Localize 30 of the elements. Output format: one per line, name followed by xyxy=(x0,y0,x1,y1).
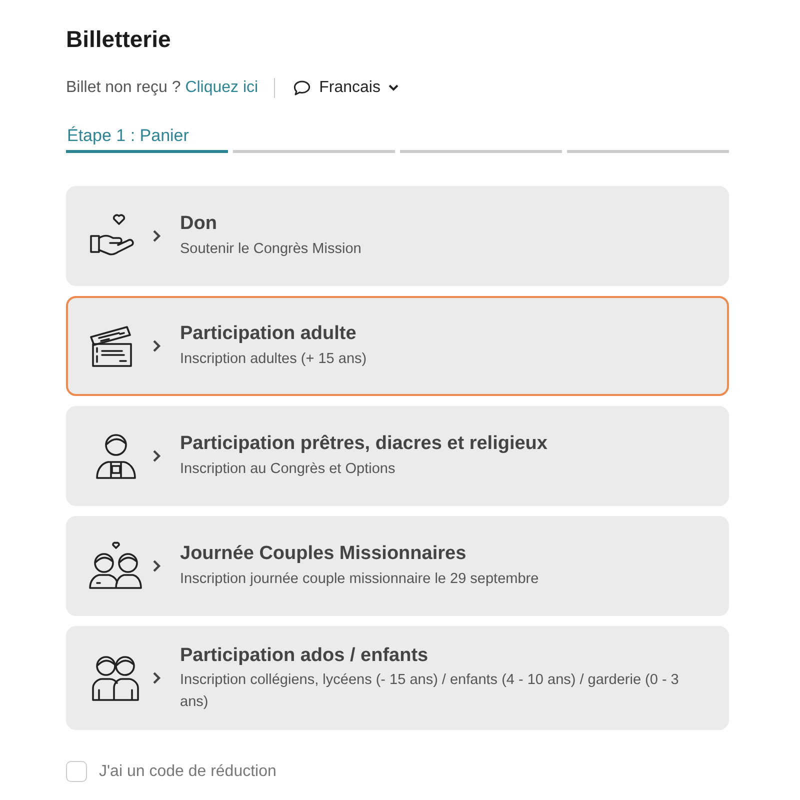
ticket-card[interactable]: Don Soutenir le Congrès Mission xyxy=(66,186,729,286)
discount-checkbox[interactable] xyxy=(66,761,87,782)
chevron-right-icon xyxy=(152,448,162,463)
ticket-description: Inscription journée couple missionnaire le 29 septembre xyxy=(180,570,539,589)
click-here-link[interactable]: Cliquez ici xyxy=(185,76,258,100)
ticket-description: Inscription adultes (+ 15 ans) xyxy=(180,350,367,369)
ticket-description: Inscription collégiens, lycéens (- 15 ans) / enfants (4 - 10 ans) / garderie (0 - 3 ans) xyxy=(180,671,680,712)
ticket-description: Soutenir le Congrès Mission xyxy=(180,240,362,259)
ticket-title: Journée Couples Missionnaires xyxy=(180,542,468,566)
ticket-title: Participation adulte xyxy=(180,322,358,346)
speech-bubble-icon xyxy=(293,80,312,96)
ticket-card[interactable]: Participation prêtres, diacres et religieux Inscription au Congrès et Options xyxy=(66,406,729,506)
chevron-right-icon xyxy=(152,558,162,573)
ticket-card[interactable]: Participation ados / enfants Inscription collégiens, lycéens (- 15 ans) / enfants (4 - 10 ans) / garderie (0 - 3 ans) xyxy=(66,626,729,730)
couple-icon xyxy=(86,540,144,592)
ticket-card[interactable]: Journée Couples Missionnaires Inscription journée couple missionnaire le 29 septembre xyxy=(66,516,729,616)
chevron-right-icon xyxy=(152,338,162,353)
ticket-description: Inscription au Congrès et Options xyxy=(180,460,396,479)
help-text: Billet non reçu ? xyxy=(66,78,181,98)
chevron-right-icon xyxy=(152,228,162,243)
ticket-title: Participation prêtres, diacres et religieux xyxy=(180,432,548,456)
page-title: Billetterie xyxy=(66,26,172,54)
chevron-down-icon xyxy=(388,84,400,92)
step-tab[interactable]: Étape 1 : Panier xyxy=(66,122,228,153)
ticket-title: Participation ados / enfants xyxy=(180,644,430,668)
ticket-title: Don xyxy=(180,212,218,236)
discount-label: J'ai un code de réduction xyxy=(99,762,276,782)
language-selector[interactable]: Francais xyxy=(293,76,400,100)
chevron-right-icon xyxy=(152,670,162,685)
ticket-card[interactable]: Participation adulte Inscription adultes (+ 15 ans) xyxy=(66,296,729,396)
